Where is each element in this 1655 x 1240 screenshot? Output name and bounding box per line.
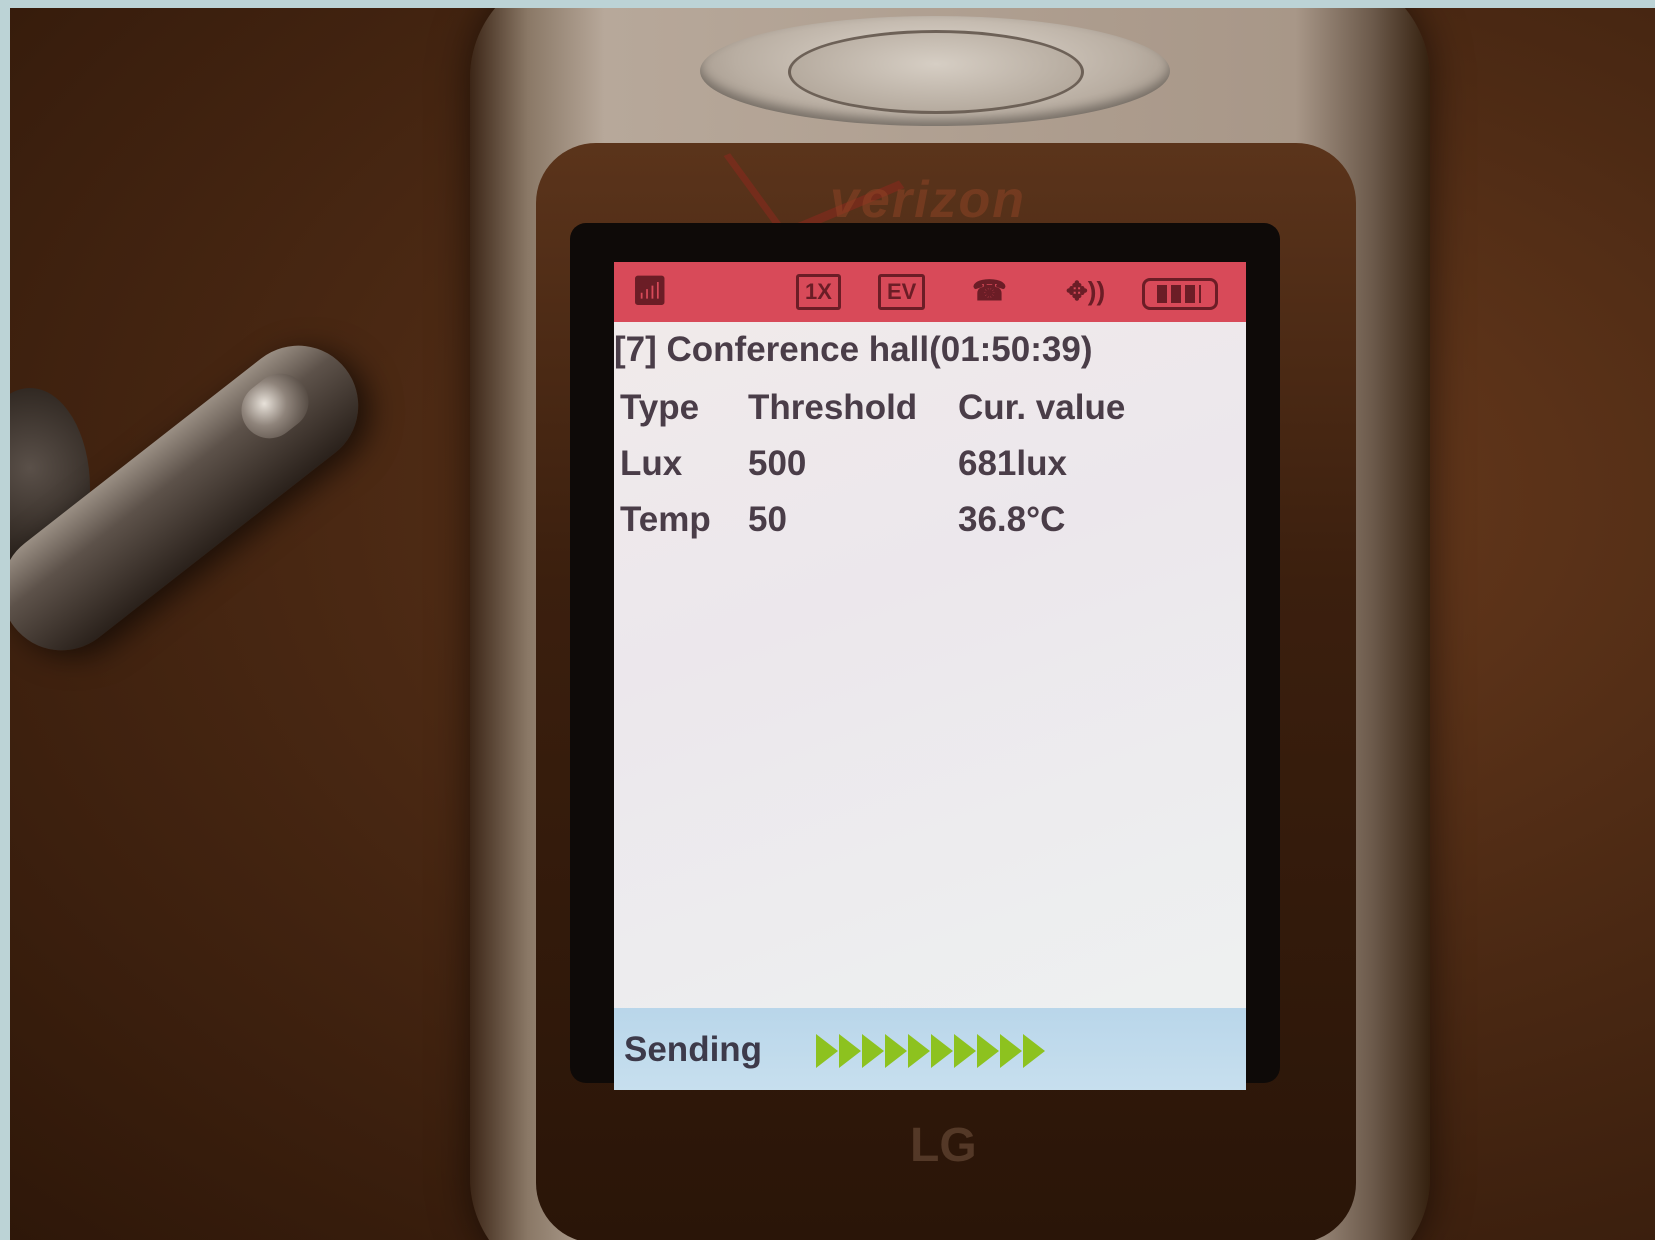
carrier-logo: verizon (830, 171, 1027, 229)
header-type: Type (620, 388, 700, 427)
header-threshold: Threshold (748, 388, 918, 427)
row-type: Temp (620, 500, 711, 539)
progress-arrow-icon (816, 1034, 838, 1068)
sending-label: Sending (624, 1030, 763, 1069)
progress-arrow-icon (839, 1034, 861, 1068)
location-sound-icon: ✥)) (1066, 276, 1106, 306)
dpad-center-button[interactable] (788, 30, 1084, 114)
row-type: Lux (620, 444, 683, 483)
sending-progress (816, 1034, 1046, 1070)
row-current-value: 36.8°C (958, 500, 1066, 539)
row-threshold: 50 (748, 500, 787, 539)
progress-arrow-icon (908, 1034, 930, 1068)
progress-arrow-icon (1000, 1034, 1022, 1068)
status-bar: 📶︎ 1X EV ☎︎ ✥)) (614, 262, 1246, 322)
header-current-value: Cur. value (958, 388, 1126, 427)
row-current-value: 681lux (958, 444, 1067, 483)
maker-logo: LG (910, 1119, 977, 1172)
phone-screen: 📶︎ 1X EV ☎︎ ✥)) [7] Conference hall(01:5… (614, 262, 1246, 1090)
network-1x-indicator: 1X (796, 274, 841, 310)
screen-title: [7] Conference hall(01:50:39) (614, 330, 1093, 369)
progress-arrow-icon (862, 1034, 884, 1068)
row-threshold: 500 (748, 444, 807, 483)
battery-icon (1142, 278, 1218, 310)
progress-arrow-icon (977, 1034, 999, 1068)
progress-arrow-icon (1023, 1034, 1045, 1068)
antenna-signal-icon: 📶︎ (632, 275, 668, 306)
progress-arrow-icon (931, 1034, 953, 1068)
sending-footer: Sending (614, 1008, 1246, 1090)
network-ev-indicator: EV (878, 274, 926, 310)
handset-icon: ☎︎ (972, 275, 1007, 306)
progress-arrow-icon (954, 1034, 976, 1068)
progress-arrow-icon (885, 1034, 907, 1068)
